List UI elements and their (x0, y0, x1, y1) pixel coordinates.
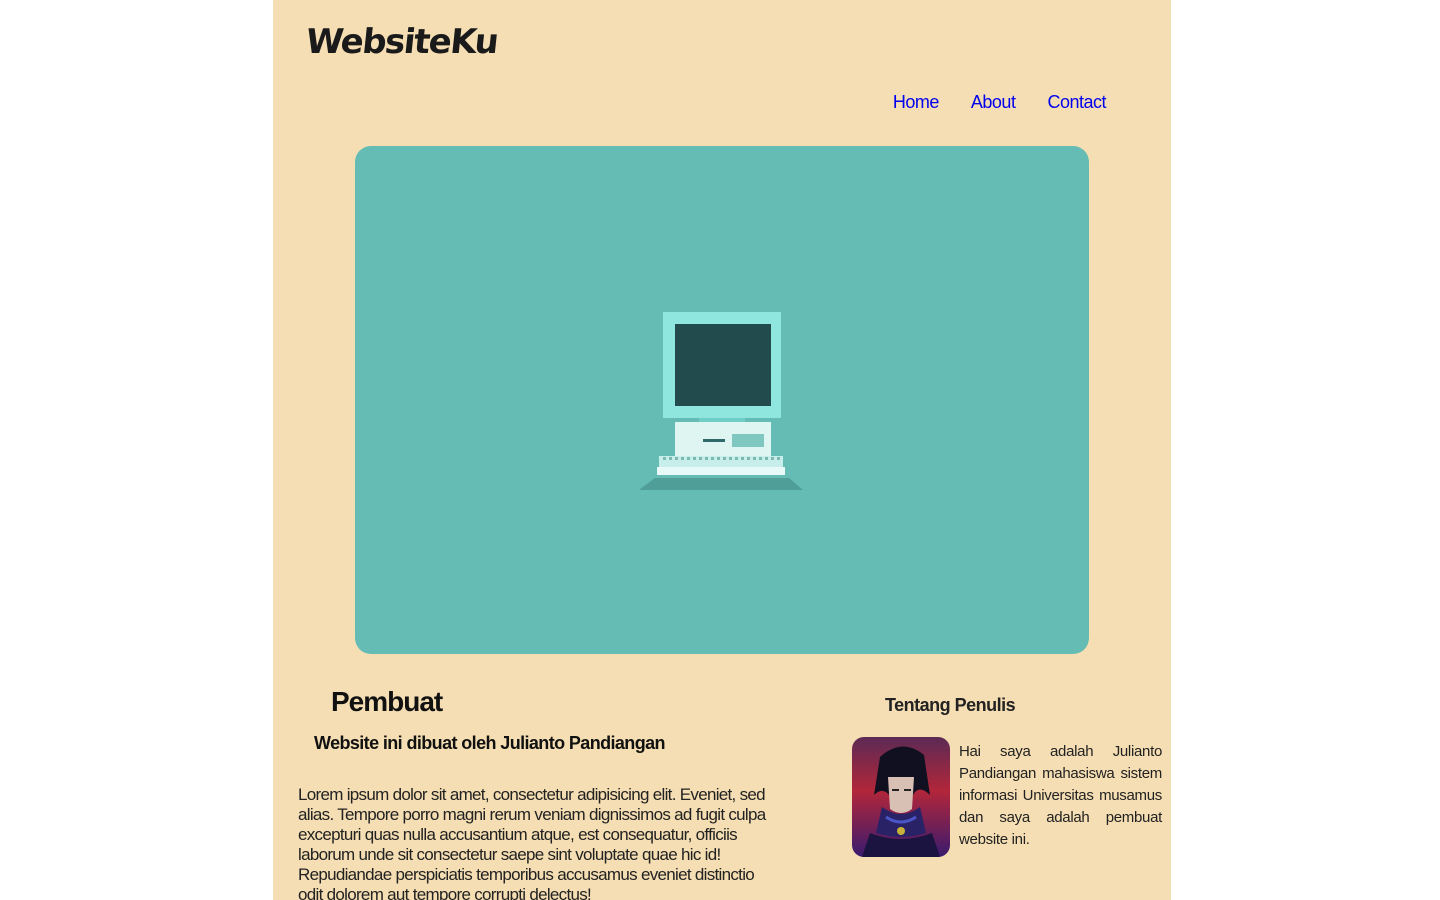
section-heading: Pembuat (331, 686, 443, 717)
hero-banner (355, 146, 1089, 654)
aside-title: Tentang Penulis (885, 695, 1016, 715)
nav-link-home[interactable]: Home (893, 92, 940, 113)
author-avatar-image (852, 737, 950, 857)
author-bio: Hai saya adalah Julianto Pandiangan maha… (959, 743, 1162, 848)
body-paragraph: Lorem ipsum dolor sit amet, consectetur … (298, 785, 766, 900)
site-logo[interactable]: WebsiteKu (304, 22, 500, 62)
page-container: WebsiteKu Home About Contact Pembuat Web… (273, 0, 1171, 900)
author-avatar (852, 737, 950, 857)
section-subheading: Website ini dibuat oleh Julianto Pandian… (314, 733, 666, 753)
retro-computer-icon (639, 312, 803, 490)
nav-link-contact[interactable]: Contact (1047, 92, 1106, 113)
nav-link-about[interactable]: About (971, 92, 1016, 113)
main-nav: Home About Contact (893, 92, 1107, 113)
